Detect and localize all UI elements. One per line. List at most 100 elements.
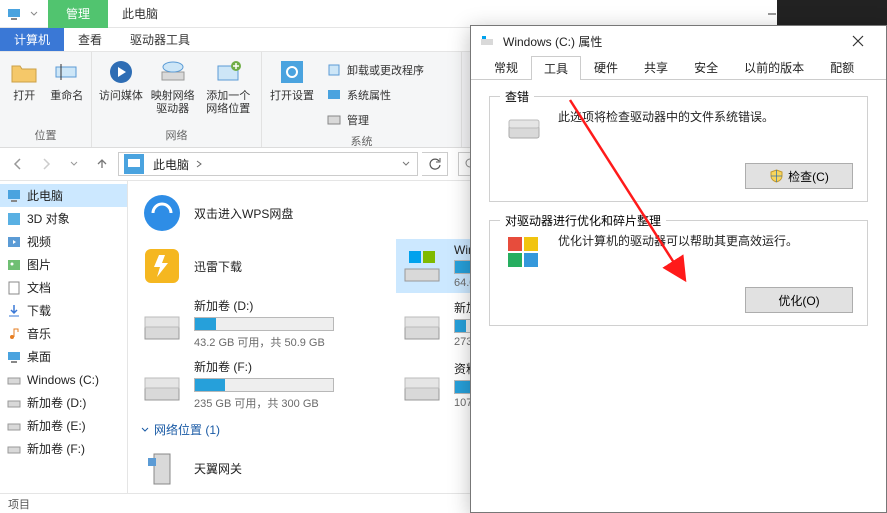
dialog-tab-2[interactable]: 硬件	[581, 55, 631, 79]
downloads-icon	[6, 303, 22, 319]
sidebar-item-label: 新加卷 (E:)	[27, 417, 86, 434]
nav-forward-button[interactable]	[34, 152, 58, 176]
nav-back-button[interactable]	[6, 152, 30, 176]
address-field[interactable]: 此电脑	[118, 152, 418, 176]
desktop-icon	[6, 349, 22, 365]
dialog-close-button[interactable]	[838, 27, 878, 55]
usage-bar	[194, 378, 334, 392]
dialog-tab-1[interactable]: 工具	[531, 56, 581, 80]
defrag-text: 优化计算机的驱动器可以帮助其更高效运行。	[558, 233, 798, 250]
tile-name: 新加卷 (D:)	[194, 297, 334, 314]
manage-button[interactable]: 管理	[322, 109, 428, 131]
checkdisk-group: 查错 此选项将检查驱动器中的文件系统错误。 检查(C)	[489, 96, 868, 202]
drivebar-icon	[400, 363, 444, 407]
address-dropdown-icon[interactable]	[395, 159, 417, 169]
uninstall-button[interactable]: 卸载或更改程序	[322, 59, 428, 81]
tile-item[interactable]: 新加卷 (D:)43.2 GB 可用，共 50.9 GB	[136, 293, 382, 354]
media-icon	[105, 56, 137, 88]
drive-icon	[6, 418, 22, 434]
sidebar-item-8[interactable]: Windows (C:)	[0, 368, 127, 391]
settings-icon	[276, 56, 308, 88]
sidebar-item-label: 桌面	[27, 348, 51, 365]
window-title: 此电脑	[122, 5, 158, 22]
xunlei-icon	[140, 244, 184, 288]
defrag-icon	[504, 233, 544, 273]
status-bar: 项目	[0, 493, 470, 513]
refresh-button[interactable]	[422, 152, 448, 176]
tile-item[interactable]: Wind64.0	[396, 239, 476, 293]
sidebar-item-3[interactable]: 图片	[0, 253, 127, 276]
drive-icon	[6, 395, 22, 411]
checkdisk-text: 此选项将检查驱动器中的文件系统错误。	[558, 109, 774, 126]
add-netloc-button[interactable]: 添加一个网络位置	[202, 56, 255, 116]
pc-icon	[124, 154, 144, 174]
dialog-tab-6[interactable]: 配额	[817, 55, 867, 79]
defrag-group: 对驱动器进行优化和碎片整理 优化计算机的驱动器可以帮助其更高效运行。 优化(O)	[489, 220, 868, 326]
drivebar-icon	[400, 302, 444, 346]
tile-item[interactable]: 双击进入WPS网盘	[136, 187, 382, 239]
check-button[interactable]: 检查(C)	[745, 163, 853, 189]
optimize-button[interactable]: 优化(O)	[745, 287, 853, 313]
sidebar-item-label: 文档	[27, 279, 51, 296]
nav-up-button[interactable]	[90, 152, 114, 176]
uninstall-icon	[326, 62, 342, 78]
defrag-legend: 对驱动器进行优化和碎片整理	[500, 212, 666, 229]
sidebar-item-11[interactable]: 新加卷 (F:)	[0, 437, 127, 460]
drive-icon	[6, 372, 22, 388]
group-network-label: 网络	[92, 125, 261, 147]
3d-icon	[6, 211, 22, 227]
pictures-icon	[6, 257, 22, 273]
group-system-label: 系统	[262, 131, 461, 153]
dialog-tab-0[interactable]: 常规	[481, 55, 531, 79]
map-drive-button[interactable]: 映射网络驱动器	[150, 56, 196, 116]
sidebar-item-4[interactable]: 文档	[0, 276, 127, 299]
netloc-tile[interactable]: 天翼网关	[136, 442, 382, 493]
sidebar-item-label: 3D 对象	[27, 210, 70, 227]
add-location-icon	[212, 56, 244, 88]
tile-item[interactable]: 新加卷 (F:)235 GB 可用，共 300 GB	[136, 354, 382, 415]
desktop-peek	[777, 0, 887, 25]
breadcrumb[interactable]: 此电脑	[153, 156, 203, 173]
rename-button[interactable]: 重命名	[49, 56, 86, 103]
sidebar-item-10[interactable]: 新加卷 (E:)	[0, 414, 127, 437]
dialog-title: Windows (C:) 属性	[503, 33, 602, 50]
dialog-tab-3[interactable]: 共享	[631, 55, 681, 79]
sidebar-tree: 此电脑 3D 对象视频图片文档下载音乐桌面 Windows (C:)新加卷 (D:)…	[0, 181, 128, 493]
usage-bar	[194, 317, 334, 331]
drivebar-icon	[140, 302, 184, 346]
qat-dropdown-icon[interactable]	[26, 6, 42, 22]
open-settings-button[interactable]: 打开设置	[268, 56, 316, 103]
tab-computer[interactable]: 计算机	[0, 28, 64, 51]
access-media-button[interactable]: 访问媒体	[98, 56, 144, 103]
music-icon	[6, 326, 22, 342]
docs-icon	[6, 280, 22, 296]
tab-view[interactable]: 查看	[64, 28, 116, 51]
sidebar-item-6[interactable]: 音乐	[0, 322, 127, 345]
video-icon	[6, 234, 22, 250]
dialog-tab-5[interactable]: 以前的版本	[731, 55, 817, 79]
sysprops-button[interactable]: 系统属性	[322, 84, 428, 106]
chevron-down-icon	[140, 425, 150, 435]
tab-drive-tools[interactable]: 驱动器工具	[116, 28, 204, 51]
dialog-tab-4[interactable]: 安全	[681, 55, 731, 79]
drive-icon	[479, 33, 495, 49]
sidebar-item-0[interactable]: 此电脑	[0, 184, 127, 207]
window-titlebar: 管理 此电脑	[0, 0, 887, 28]
tile-item[interactable]: 资料107	[396, 354, 476, 415]
sidebar-item-label: 图片	[27, 256, 51, 273]
properties-dialog: Windows (C:) 属性 常规工具硬件共享安全以前的版本配额 查错 此选项…	[470, 25, 887, 513]
system-properties-icon	[326, 87, 342, 103]
tile-item[interactable]: 新加卷 273	[396, 293, 476, 354]
tile-item[interactable]: 迅雷下载	[136, 239, 382, 293]
sidebar-item-2[interactable]: 视频	[0, 230, 127, 253]
nav-recent-button[interactable]	[62, 152, 86, 176]
sidebar-item-1[interactable]: 3D 对象	[0, 207, 127, 230]
map-drive-icon	[157, 56, 189, 88]
open-button[interactable]: 打开	[6, 56, 43, 103]
sidebar-item-label: 音乐	[27, 325, 51, 342]
windrive-icon	[400, 244, 444, 288]
sidebar-item-7[interactable]: 桌面	[0, 345, 127, 368]
sidebar-item-9[interactable]: 新加卷 (D:)	[0, 391, 127, 414]
contextual-tab-header[interactable]: 管理	[48, 0, 108, 28]
sidebar-item-5[interactable]: 下载	[0, 299, 127, 322]
